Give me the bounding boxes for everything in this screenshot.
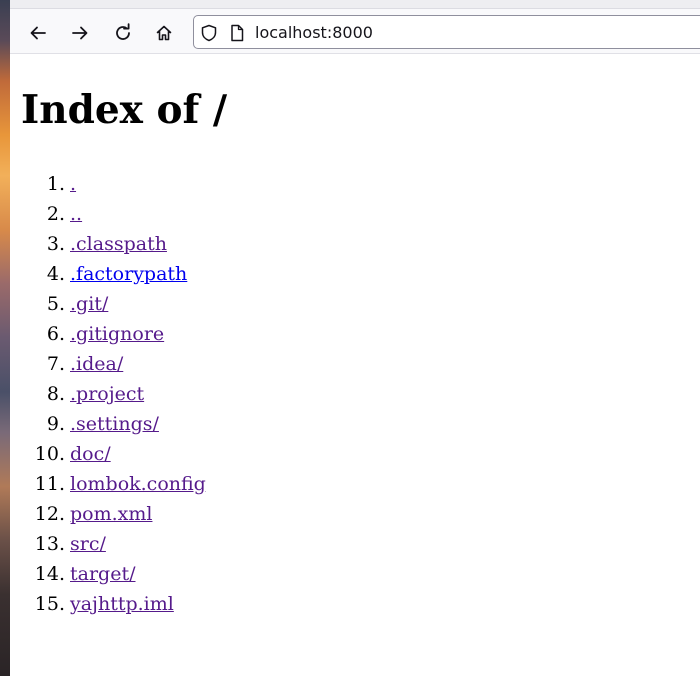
forward-button[interactable] (65, 18, 95, 48)
list-item-number: 1. (46, 173, 65, 195)
browser-window: localhost:8000 Index of / 1.. 2... 3. .clas… (10, 0, 700, 676)
url-text[interactable]: localhost:8000 (255, 23, 373, 43)
file-link[interactable]: .factorypath (70, 259, 187, 289)
page-title: Index of / (21, 87, 228, 133)
list-item-number: 11. (34, 473, 65, 495)
back-button[interactable] (23, 18, 53, 48)
file-link[interactable]: src/ (70, 529, 106, 559)
list-item-number: 10. (34, 443, 65, 465)
file-link[interactable]: .project (70, 379, 144, 409)
list-item-number: 8. (46, 383, 65, 405)
file-link[interactable]: lombok.config (70, 469, 206, 499)
shield-icon[interactable] (200, 24, 218, 42)
reload-button[interactable] (108, 18, 138, 48)
home-button[interactable] (149, 18, 179, 48)
file-link[interactable]: target/ (70, 559, 136, 589)
file-link[interactable]: .settings/ (70, 409, 159, 439)
file-link[interactable]: . (70, 169, 76, 199)
page-icon[interactable] (229, 24, 245, 42)
list-item-number: 3. (46, 233, 65, 255)
list-item-number: 7. (46, 353, 65, 375)
file-link[interactable]: doc/ (70, 439, 111, 469)
list-item-number: 12. (34, 503, 65, 525)
desktop-wallpaper-edge (0, 0, 10, 676)
file-link[interactable]: .git/ (70, 289, 108, 319)
list-item-number: 6. (46, 323, 65, 345)
file-link[interactable]: pom.xml (70, 499, 152, 529)
page-content: Index of / 1.. 2... 3. .classpath 4. .factory… (10, 55, 700, 676)
tab-strip-edge (10, 0, 700, 9)
url-bar[interactable]: localhost:8000 (193, 15, 700, 49)
file-link[interactable]: .gitignore (70, 319, 164, 349)
navigation-toolbar: localhost:8000 (10, 0, 700, 54)
file-link[interactable]: yajhttp.iml (70, 589, 174, 619)
home-icon (156, 25, 172, 41)
list-item-number: 13. (34, 533, 65, 555)
list-item-number: 2. (46, 203, 65, 225)
file-link[interactable]: .. (70, 199, 82, 229)
arrow-left-icon (30, 26, 46, 40)
file-link[interactable]: .idea/ (70, 349, 123, 379)
file-link[interactable]: .classpath (70, 229, 167, 259)
arrow-right-icon (72, 26, 88, 40)
list-item-number: 14. (34, 563, 65, 585)
list-item-number: 15. (34, 593, 65, 615)
reload-icon (116, 23, 130, 40)
list-item-number: 5. (46, 293, 65, 315)
list-item-number: 4. (46, 263, 65, 285)
list-item-number: 9. (46, 413, 65, 435)
